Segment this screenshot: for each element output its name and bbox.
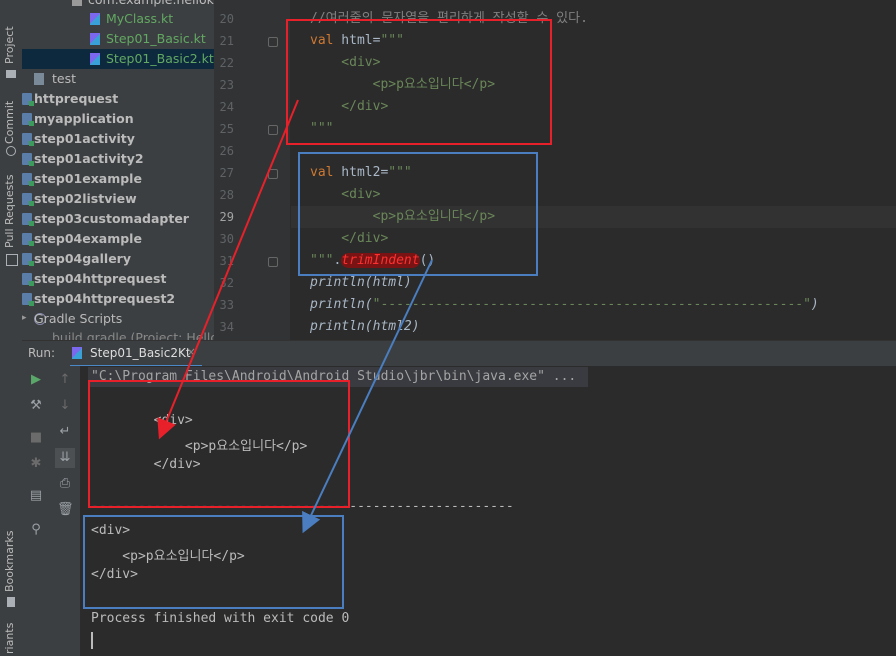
red-arrow (157, 99, 299, 440)
annotation-arrows (157, 99, 433, 534)
blue-arrow (302, 259, 433, 534)
